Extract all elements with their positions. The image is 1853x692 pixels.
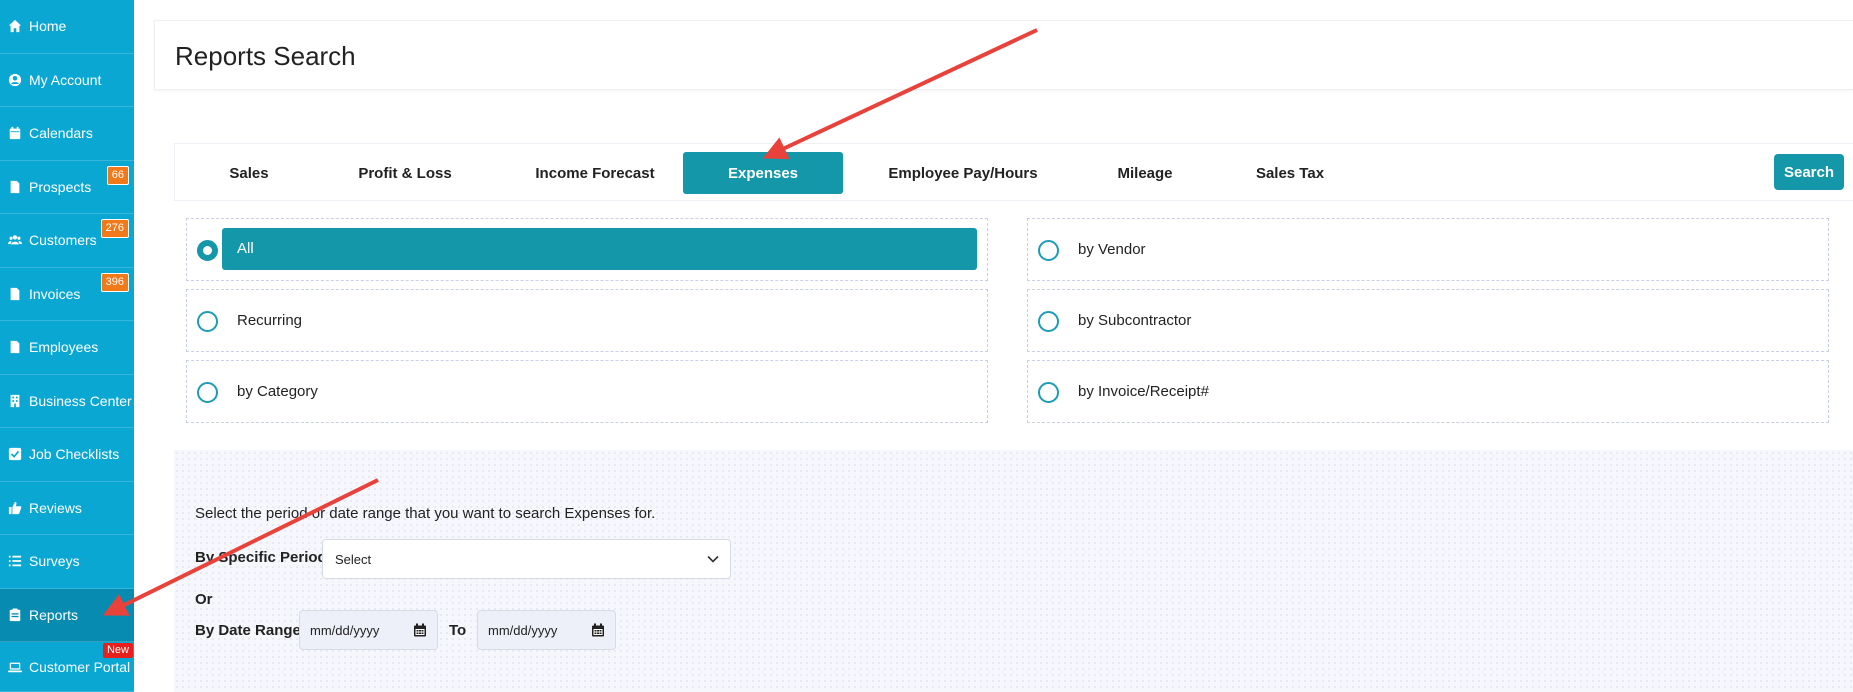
home-icon bbox=[7, 18, 23, 34]
sidebar-item-reviews[interactable]: Reviews bbox=[0, 482, 134, 535]
sidebar-item-label: Customer Portal bbox=[29, 658, 131, 675]
sidebar-item-label: Surveys bbox=[29, 553, 80, 570]
option-by-category[interactable]: by Category bbox=[186, 360, 988, 423]
calendar-icon[interactable] bbox=[413, 623, 427, 637]
sidebar-item-label: My Account bbox=[29, 71, 102, 88]
sidebar-item-invoices[interactable]: Invoices 396 bbox=[0, 268, 134, 321]
option-all[interactable]: All bbox=[186, 218, 988, 281]
tab-profit-loss[interactable]: Profit & Loss bbox=[335, 152, 475, 194]
date-placeholder: mm/dd/yyyy bbox=[488, 622, 558, 638]
option-by-vendor[interactable]: by Vendor bbox=[1027, 218, 1829, 281]
to-label: To bbox=[449, 622, 467, 639]
search-button[interactable]: Search bbox=[1774, 154, 1844, 190]
or-label: Or bbox=[195, 591, 213, 608]
sidebar-item-label: Employees bbox=[29, 339, 99, 356]
radio-button[interactable] bbox=[1038, 311, 1059, 332]
sidebar-item-customer-portal[interactable]: Customer Portal New bbox=[0, 642, 134, 692]
start-date-input[interactable]: mm/dd/yyyy bbox=[299, 610, 438, 650]
new-badge: New bbox=[102, 643, 133, 658]
thumbs-up-icon bbox=[7, 500, 23, 516]
users-icon bbox=[7, 232, 23, 248]
radio-button[interactable] bbox=[1038, 382, 1059, 403]
option-highlight: All bbox=[222, 228, 977, 270]
period-select-value: Select bbox=[335, 551, 372, 567]
sidebar-item-label: Customers bbox=[29, 232, 97, 249]
calendar-icon bbox=[7, 125, 23, 141]
sidebar-item-reports[interactable]: Reports bbox=[0, 588, 134, 642]
option-recurring[interactable]: Recurring bbox=[186, 289, 988, 352]
building-icon bbox=[7, 393, 23, 409]
tab-sales-tax[interactable]: Sales Tax bbox=[1230, 152, 1350, 194]
tab-mileage[interactable]: Mileage bbox=[1085, 152, 1205, 194]
count-badge: 66 bbox=[106, 165, 129, 185]
sidebar-item-label: Reports bbox=[29, 606, 79, 623]
sidebar-item-home[interactable]: Home bbox=[0, 0, 134, 54]
filter-instruction: Select the period or date range that you… bbox=[195, 505, 656, 522]
sidebar-item-prospects[interactable]: Prospects 66 bbox=[0, 161, 134, 214]
tab-income-forecast[interactable]: Income Forecast bbox=[515, 152, 675, 194]
option-by-subcontractor[interactable]: by Subcontractor bbox=[1027, 289, 1829, 352]
report-tabs: Sales Profit & Loss Income Forecast Expe… bbox=[174, 143, 1853, 201]
date-placeholder: mm/dd/yyyy bbox=[310, 622, 380, 638]
option-by-invoice-receipt[interactable]: by Invoice/Receipt# bbox=[1027, 360, 1829, 423]
sidebar-item-job-checklists[interactable]: Job Checklists bbox=[0, 428, 134, 482]
option-label: Recurring bbox=[237, 312, 303, 329]
radio-button[interactable] bbox=[197, 240, 218, 261]
count-badge: 396 bbox=[100, 272, 129, 292]
document-icon bbox=[7, 179, 23, 195]
sidebar-item-label: Home bbox=[29, 18, 67, 35]
option-label: by Category bbox=[237, 383, 318, 400]
tab-sales[interactable]: Sales bbox=[199, 152, 299, 194]
sidebar-item-label: Prospects bbox=[29, 178, 92, 195]
calendar-icon[interactable] bbox=[591, 623, 605, 637]
chevron-down-icon bbox=[707, 555, 719, 563]
end-date-input[interactable]: mm/dd/yyyy bbox=[477, 610, 616, 650]
sidebar-item-business-center[interactable]: Business Center bbox=[0, 375, 134, 428]
option-label: by Invoice/Receipt# bbox=[1078, 383, 1209, 400]
checkbox-icon bbox=[7, 446, 23, 462]
sidebar-item-surveys[interactable]: Surveys bbox=[0, 535, 134, 589]
sidebar-item-calendars[interactable]: Calendars bbox=[0, 107, 134, 161]
sidebar: Home My Account Calendars Prospects 66 C… bbox=[0, 0, 134, 692]
sidebar-item-label: Job Checklists bbox=[29, 446, 120, 463]
document-icon bbox=[7, 339, 23, 355]
period-label: By Specific Period: bbox=[195, 549, 332, 566]
sidebar-item-label: Business Center bbox=[29, 392, 132, 409]
period-select[interactable]: Select bbox=[322, 539, 731, 579]
radio-button[interactable] bbox=[1038, 240, 1059, 261]
sidebar-item-customers[interactable]: Customers 276 bbox=[0, 214, 134, 268]
date-range-label: By Date Range: bbox=[195, 622, 306, 639]
user-circle-icon bbox=[7, 72, 23, 88]
option-label: by Subcontractor bbox=[1078, 312, 1192, 329]
page-title: Reports Search bbox=[175, 41, 356, 71]
clipboard-icon bbox=[7, 607, 23, 623]
radio-button[interactable] bbox=[197, 311, 218, 332]
laptop-icon bbox=[7, 659, 23, 675]
list-icon bbox=[7, 553, 23, 569]
document-icon bbox=[7, 286, 23, 302]
option-label: by Vendor bbox=[1078, 241, 1146, 258]
radio-button[interactable] bbox=[197, 382, 218, 403]
sidebar-item-label: Calendars bbox=[29, 125, 93, 142]
option-label: All bbox=[237, 240, 254, 257]
page-header: Reports Search bbox=[154, 20, 1853, 90]
sidebar-item-employees[interactable]: Employees bbox=[0, 321, 134, 375]
sidebar-item-label: Reviews bbox=[29, 499, 82, 516]
tab-employee-pay-hours[interactable]: Employee Pay/Hours bbox=[873, 152, 1053, 194]
sidebar-item-my-account[interactable]: My Account bbox=[0, 54, 134, 107]
sidebar-item-label: Invoices bbox=[29, 285, 81, 302]
count-badge: 276 bbox=[100, 219, 129, 238]
tab-expenses[interactable]: Expenses bbox=[683, 152, 843, 194]
